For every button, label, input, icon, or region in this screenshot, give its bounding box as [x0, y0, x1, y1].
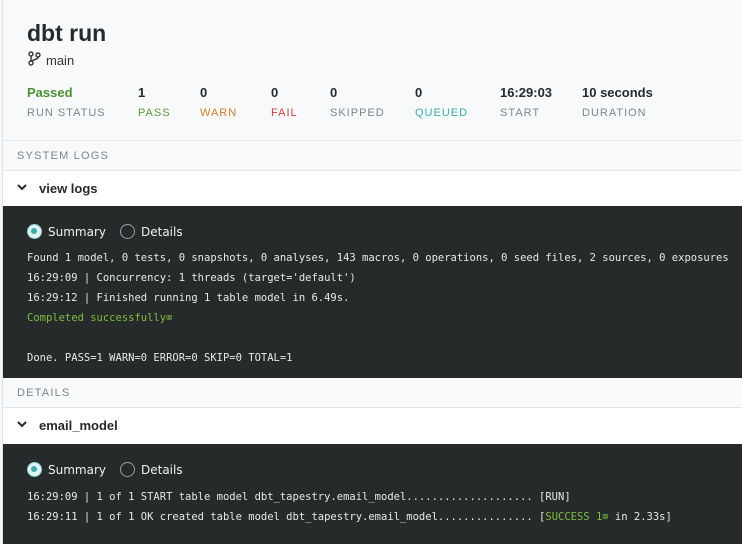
section-system-logs: SYSTEM LOGS [3, 141, 742, 171]
page-title: dbt run [27, 20, 107, 46]
log-line: 16:29:09 | 1 of 1 START table model dbt_… [27, 491, 571, 503]
summary-radio[interactable]: Summary [27, 224, 106, 239]
branch-indicator: main [27, 51, 74, 69]
details-radio[interactable]: Details [120, 224, 183, 239]
system-logs-console: Summary Details Found 1 model, 0 tests, … [3, 206, 742, 378]
summary-radio[interactable]: Summary [27, 462, 106, 477]
stat-label: FAIL [271, 107, 298, 119]
log-line: Found 1 model, 0 tests, 0 snapshots, 0 a… [27, 252, 729, 264]
radio-label: Details [141, 462, 183, 477]
log-text: in 2.33s] [608, 511, 672, 523]
success-badge-text: SUCCESS 1⌧ [545, 511, 609, 523]
email-model-toggle[interactable]: email_model [3, 408, 742, 443]
stat-warn: 0 WARN [200, 85, 237, 119]
group-label: email_model [39, 418, 118, 433]
radio-label: Details [141, 224, 183, 239]
stat-start: 16:29:03 START [500, 85, 552, 119]
group-label: view logs [39, 181, 98, 196]
chevron-down-icon [15, 180, 29, 197]
radio-unselected-icon [120, 224, 135, 239]
stat-value: 16:29:03 [500, 85, 553, 100]
stat-skipped: 0 SKIPPED [330, 85, 385, 119]
section-details: DETAILS [3, 378, 742, 408]
stat-label: RUN STATUS [27, 107, 106, 119]
stat-value: 0 [271, 85, 279, 100]
model-details-console: Summary Details 16:29:09 | 1 of 1 START … [3, 444, 742, 544]
log-line: 16:29:09 | Concurrency: 1 threads (targe… [27, 272, 356, 284]
stat-value: 1 [138, 85, 146, 100]
stat-value: Passed [27, 85, 73, 100]
run-header: dbt run main Passed RUN STATUS 1 PASS 0 … [3, 0, 742, 141]
view-logs-toggle[interactable]: view logs [3, 171, 742, 206]
view-mode-radio-group: Summary Details [27, 462, 183, 477]
stat-value: 0 [330, 85, 338, 100]
log-line: 16:29:12 | Finished running 1 table mode… [27, 292, 350, 304]
radio-label: Summary [48, 462, 106, 477]
stat-value: 10 seconds [582, 85, 653, 100]
radio-unselected-icon [120, 462, 135, 477]
stat-value: 0 [415, 85, 423, 100]
stat-queued: 0 QUEUED [415, 85, 468, 119]
log-line: 16:29:11 | 1 of 1 OK created table model… [27, 511, 672, 523]
radio-label: Summary [48, 224, 106, 239]
stat-duration: 10 seconds DURATION [582, 85, 653, 119]
details-radio[interactable]: Details [120, 462, 183, 477]
stat-label: START [500, 107, 541, 119]
log-text: 16:29:11 | 1 of 1 OK created table model… [27, 511, 546, 523]
log-line-summary: Done. PASS=1 WARN=0 ERROR=0 SKIP=0 TOTAL… [27, 352, 293, 364]
git-branch-icon [27, 51, 41, 69]
branch-name: main [46, 52, 75, 68]
stat-label: PASS [138, 107, 171, 119]
log-line-success: Completed successfully⌧ [27, 312, 173, 324]
radio-selected-icon [27, 462, 42, 477]
chevron-down-icon [15, 417, 29, 434]
stat-label: QUEUED [415, 107, 469, 119]
stat-run-status: Passed RUN STATUS [27, 85, 106, 119]
stat-value: 0 [200, 85, 208, 100]
radio-selected-icon [27, 224, 42, 239]
run-detail-panel: dbt run main Passed RUN STATUS 1 PASS 0 … [2, 0, 742, 544]
stat-fail: 0 FAIL [271, 85, 298, 119]
stat-pass: 1 PASS [138, 85, 171, 119]
stat-label: DURATION [582, 107, 647, 119]
view-mode-radio-group: Summary Details [27, 224, 183, 239]
stat-label: WARN [200, 107, 238, 119]
stat-label: SKIPPED [330, 107, 385, 119]
